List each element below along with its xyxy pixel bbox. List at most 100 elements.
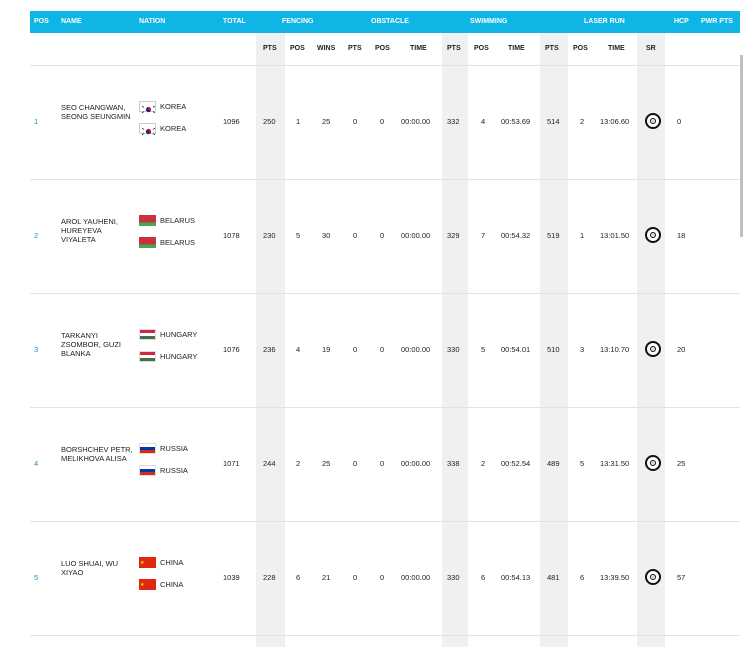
belarus-flag-icon (139, 215, 156, 226)
swimming-time: 00:54.01 (501, 345, 531, 354)
nation-label: CHINA (160, 558, 184, 567)
athlete-names[interactable]: SEO CHANGWAN, SEONG SEUNGMIN (61, 103, 135, 121)
sub-l-time: TIME (608, 45, 625, 52)
fencing-pos: 5 (296, 231, 301, 240)
fencing-wins: 25 (322, 117, 331, 126)
nation-label: RUSSIA (160, 466, 188, 475)
laser-pts: 519 (547, 231, 560, 240)
swimming-pos: 4 (481, 117, 486, 126)
shooting-range-target-icon[interactable] (645, 341, 661, 357)
russia-flag-icon (139, 465, 156, 476)
obstacle-pts: 0 (353, 573, 358, 582)
hungary-flag-icon (139, 329, 156, 340)
sub-f-pts: PTS (263, 45, 277, 52)
sub-l-pos: POS (573, 45, 588, 52)
china-flag-icon: ★ (139, 579, 156, 590)
col-pos: POS (34, 18, 49, 25)
col-fencing: FENCING (282, 18, 314, 25)
laser-pos: 5 (580, 459, 585, 468)
obstacle-pts: 0 (353, 231, 358, 240)
shooting-range-target-icon[interactable] (645, 569, 661, 585)
table-row[interactable]: 5 LUO SHUAI, WU XIYAO ★ CHINA ★ CHINA 1039 228 6… (30, 521, 740, 635)
swimming-pos: 5 (481, 345, 486, 354)
svg-text:★: ★ (140, 582, 145, 588)
swimming-pts: 329 (447, 231, 460, 240)
russia-flag-icon (139, 443, 156, 454)
swimming-time: 00:53.69 (501, 117, 531, 126)
sub-l-sr: SR (646, 45, 656, 52)
fencing-pos: 2 (296, 459, 301, 468)
laser-pts: 514 (547, 117, 560, 126)
laser-pos: 6 (580, 573, 585, 582)
col-nation: NATION (139, 18, 166, 25)
col-laser-run: LASER RUN (584, 18, 625, 25)
col-name: NAME (61, 18, 82, 25)
rank-position: 3 (34, 345, 39, 354)
fencing-wins: 25 (322, 459, 331, 468)
col-swimming: SWIMMING (470, 18, 508, 25)
fencing-pts: 228 (263, 573, 276, 582)
obstacle-pts: 0 (353, 117, 358, 126)
swimming-pts: 330 (447, 345, 460, 354)
hcp: 57 (677, 573, 686, 582)
col-obstacle: OBSTACLE (371, 18, 409, 25)
shooting-range-target-icon[interactable] (645, 455, 661, 471)
shooting-range-target-icon[interactable] (645, 227, 661, 243)
athlete-names[interactable]: TARKANYI ZSOMBOR, GUZI BLANKA (61, 331, 135, 358)
nation-label: RUSSIA (160, 444, 188, 453)
fencing-wins: 30 (322, 231, 331, 240)
total: 1039 (223, 573, 240, 582)
obstacle-time: 00:00.00 (401, 345, 431, 354)
table-header: POS NAME NATION TOTAL FENCING OBSTACLE S… (30, 11, 740, 33)
laser-time: 13:10.70 (600, 345, 630, 354)
laser-pos: 3 (580, 345, 585, 354)
fencing-wins: 19 (322, 345, 331, 354)
table-row[interactable]: 2 AROL YAUHENI, HUREYEVA VIYALETA BELARUS B… (30, 179, 740, 293)
laser-time: 13:31.50 (600, 459, 630, 468)
fencing-pos: 1 (296, 117, 301, 126)
swimming-time: 00:54.32 (501, 231, 531, 240)
obstacle-time: 00:00.00 (401, 459, 431, 468)
table-row[interactable]: 3 TARKANYI ZSOMBOR, GUZI BLANKA HUNGARY HUN… (30, 293, 740, 407)
shooting-range-target-icon[interactable] (645, 113, 661, 129)
laser-pos: 2 (580, 117, 585, 126)
svg-text:★: ★ (140, 560, 145, 566)
china-flag-icon: ★ (139, 557, 156, 568)
hcp: 25 (677, 459, 686, 468)
fencing-pts: 250 (263, 117, 276, 126)
hcp: 18 (677, 231, 686, 240)
rank-position: 1 (34, 117, 39, 126)
fencing-pts: 236 (263, 345, 276, 354)
hcp: 20 (677, 345, 686, 354)
athlete-names[interactable]: LUO SHUAI, WU XIYAO (61, 559, 135, 577)
hungary-flag-icon (139, 351, 156, 362)
laser-pos: 1 (580, 231, 585, 240)
row-divider (30, 635, 740, 636)
table-row[interactable]: 1 SEO CHANGWAN, SEONG SEUNGMIN KOREA KOREA 1… (30, 65, 740, 179)
athlete-names[interactable]: BORSHCHEV PETR, MELIKHOVA ALISA (61, 445, 135, 463)
laser-pts: 510 (547, 345, 560, 354)
obstacle-pos: 0 (380, 345, 385, 354)
swimming-time: 00:54.13 (501, 573, 531, 582)
athlete-names[interactable]: AROL YAUHENI, HUREYEVA VIYALETA (61, 217, 135, 244)
fencing-pos: 6 (296, 573, 301, 582)
swimming-time: 00:52.54 (501, 459, 531, 468)
total: 1078 (223, 231, 240, 240)
belarus-flag-icon (139, 237, 156, 248)
swimming-pos: 7 (481, 231, 486, 240)
fencing-pts: 244 (263, 459, 276, 468)
rank-position: 5 (34, 573, 39, 582)
table-row[interactable]: 4 BORSHCHEV PETR, MELIKHOVA ALISA RUSSIA RU… (30, 407, 740, 521)
fencing-pts: 230 (263, 231, 276, 240)
korea-flag-icon (139, 123, 156, 136)
laser-pts: 489 (547, 459, 560, 468)
col-pwr-pts: PWR PTS (701, 18, 733, 25)
sub-o-time: TIME (410, 45, 427, 52)
swimming-pts: 338 (447, 459, 460, 468)
sub-f-wins: WINS (317, 45, 336, 52)
hcp: 0 (677, 117, 682, 126)
obstacle-pos: 0 (380, 231, 385, 240)
obstacle-time: 00:00.00 (401, 231, 431, 240)
laser-pts: 481 (547, 573, 560, 582)
total: 1096 (223, 117, 240, 126)
